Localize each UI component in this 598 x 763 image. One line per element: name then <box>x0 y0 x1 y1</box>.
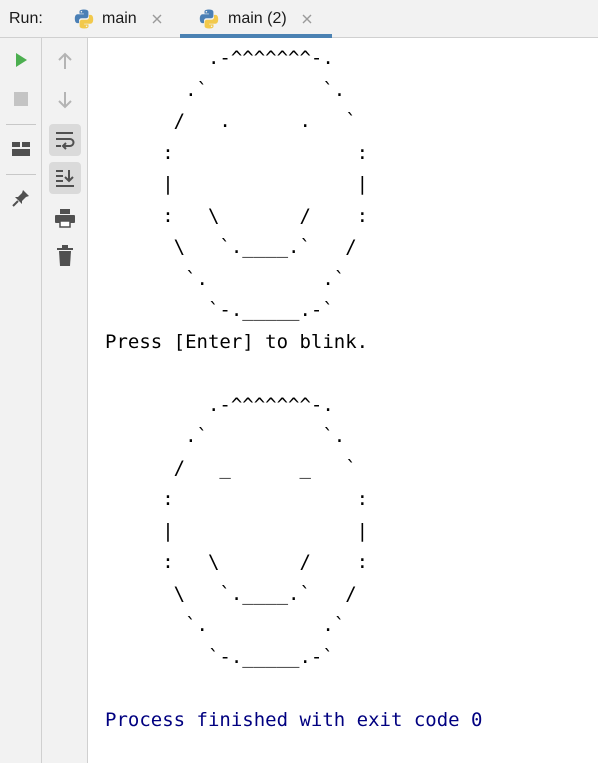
console-text: .-^^^^^^^-. .` `. / . . ` : : | | : \ / … <box>105 43 483 736</box>
previous-occurrence-button[interactable] <box>49 45 81 77</box>
close-icon[interactable] <box>150 12 164 26</box>
pin-tab-button[interactable] <box>5 182 37 214</box>
console-toolbar <box>42 38 88 763</box>
face-line: \ `.____.` / <box>105 582 357 605</box>
restore-layout-button[interactable] <box>5 133 37 165</box>
face-line: : : <box>105 141 369 164</box>
stop-button[interactable] <box>5 83 37 115</box>
face-line: / _ _ ` <box>105 456 357 479</box>
face-line: : : <box>105 488 369 510</box>
layout-icon <box>12 142 30 156</box>
python-icon <box>74 9 94 29</box>
face-line: `-._____.-` <box>105 299 334 321</box>
scroll-to-end-icon <box>56 170 74 187</box>
next-occurrence-button[interactable] <box>49 84 81 116</box>
divider <box>6 124 36 125</box>
tab-label: main (2) <box>228 10 287 27</box>
stop-icon <box>14 92 28 106</box>
clear-all-button[interactable] <box>49 240 81 272</box>
run-label: Run: <box>9 10 43 27</box>
pin-icon <box>12 190 29 207</box>
run-actions-toolbar <box>0 38 42 763</box>
exit-message: Process finished with exit code 0 <box>105 708 483 731</box>
soft-wrap-button[interactable] <box>49 124 81 156</box>
face-line: : \ / : <box>105 551 369 573</box>
console-output[interactable]: .-^^^^^^^-. .` `. / . . ` : : | | : \ / … <box>88 39 598 763</box>
face-line: | | <box>105 519 369 542</box>
face-line: `. .` <box>105 614 346 636</box>
down-arrow-icon <box>58 92 72 109</box>
tab-main-2[interactable]: main (2) <box>180 0 332 38</box>
face-line: | | <box>105 173 369 195</box>
print-button[interactable] <box>49 202 81 234</box>
face-line: .` `. <box>105 425 346 447</box>
trash-icon <box>57 245 73 266</box>
tab-main[interactable]: main <box>66 0 178 38</box>
prompt-line: Press [Enter] to blink. <box>105 330 369 353</box>
close-icon[interactable] <box>300 12 314 26</box>
scroll-to-end-button[interactable] <box>49 162 81 194</box>
tab-label: main <box>102 10 137 27</box>
soft-wrap-icon <box>56 132 75 150</box>
face-line: .-^^^^^^^-. <box>105 47 334 69</box>
face-line: : \ / : <box>105 204 369 227</box>
rerun-button[interactable] <box>5 44 37 76</box>
python-icon <box>199 9 219 29</box>
run-tool-window-header: Run: main main (2) <box>0 0 598 38</box>
face-line: .` `. <box>105 78 346 101</box>
face-line: .-^^^^^^^-. <box>105 393 334 416</box>
divider <box>6 174 36 175</box>
up-arrow-icon <box>58 52 72 69</box>
face-line: `-._____.-` <box>105 645 334 668</box>
face-line: `. .` <box>105 267 346 290</box>
print-icon <box>55 209 75 228</box>
run-icon <box>16 53 27 67</box>
face-line: / . . ` <box>105 110 357 132</box>
face-line: \ `.____.` / <box>105 236 357 258</box>
